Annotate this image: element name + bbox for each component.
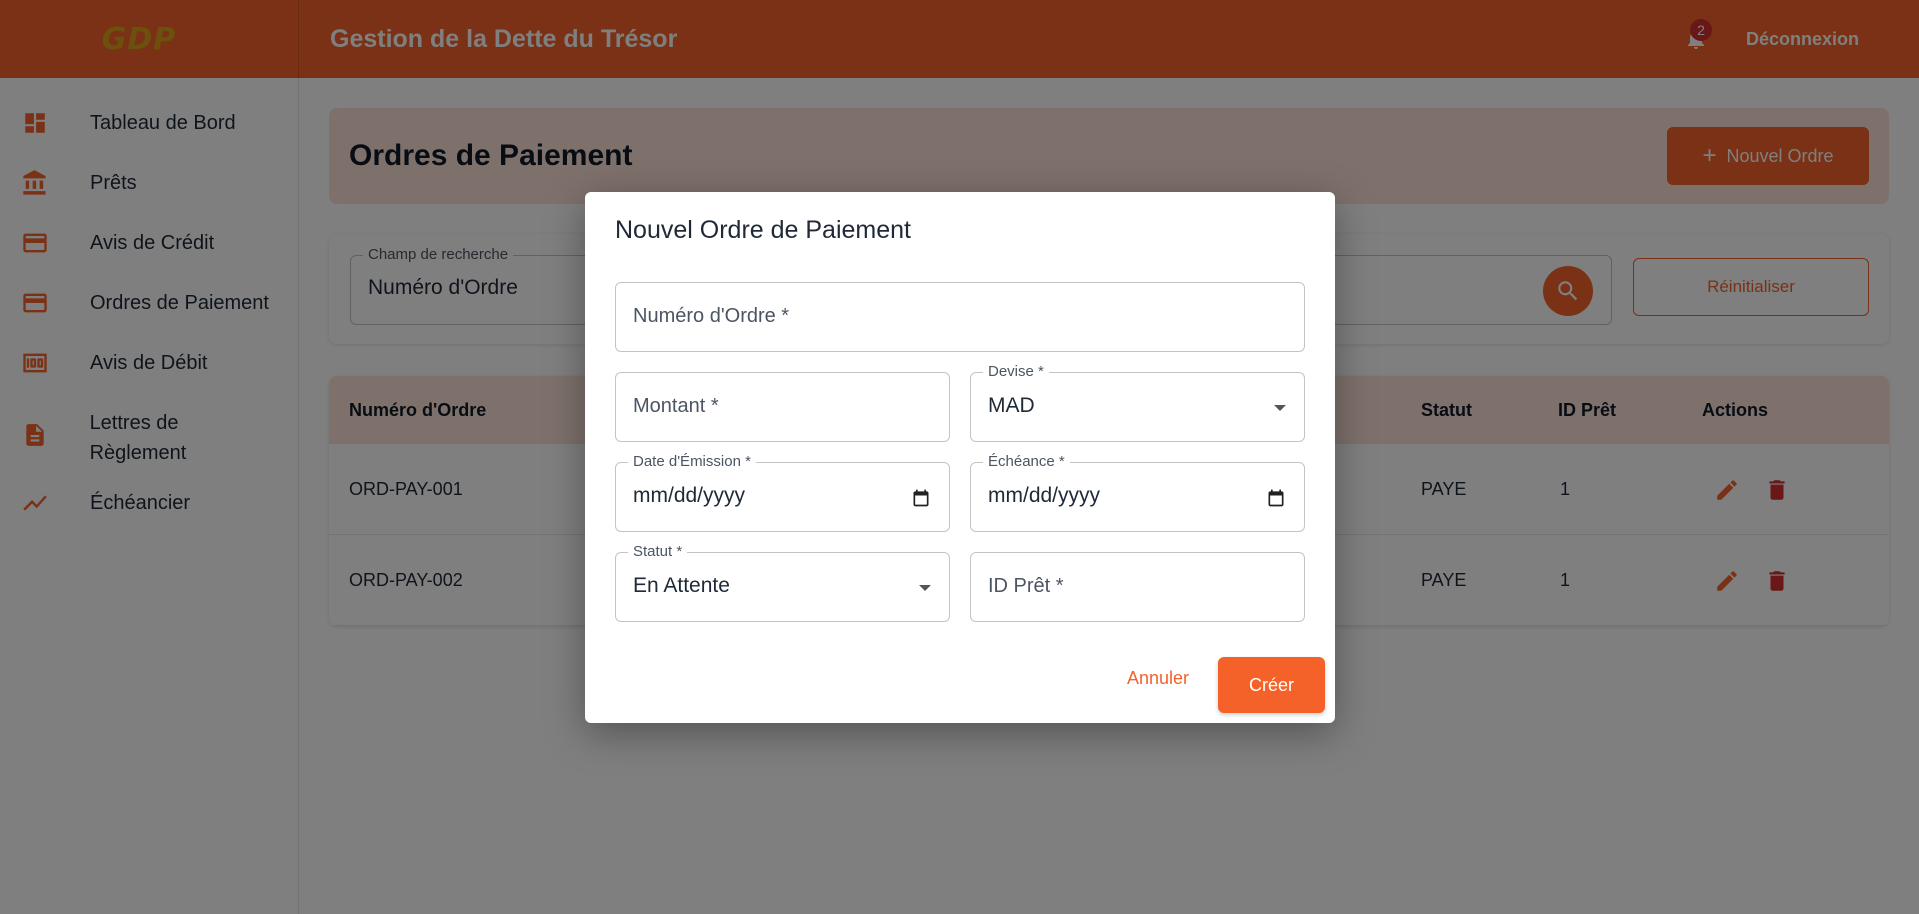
calendar-icon[interactable] bbox=[911, 488, 931, 508]
echeance-label: Échéance * bbox=[983, 453, 1070, 470]
montant-field[interactable]: Montant * bbox=[615, 372, 950, 442]
echeance-field[interactable]: Échéance * mm/dd/yyyy bbox=[970, 453, 1305, 532]
statut-label: Statut * bbox=[628, 543, 688, 560]
date-emission-label: Date d'Émission * bbox=[628, 453, 756, 470]
dialog-title: Nouvel Ordre de Paiement bbox=[615, 216, 911, 244]
id-pret-field[interactable]: ID Prêt * bbox=[970, 552, 1305, 622]
numero-ordre-label: Numéro d'Ordre * bbox=[633, 305, 790, 327]
chevron-down-icon bbox=[919, 585, 931, 591]
calendar-icon[interactable] bbox=[1266, 488, 1286, 508]
echeance-value: mm/dd/yyyy bbox=[988, 484, 1101, 507]
chevron-down-icon bbox=[1274, 405, 1286, 411]
devise-select[interactable]: Devise * MAD bbox=[970, 363, 1305, 442]
montant-label: Montant * bbox=[633, 395, 719, 417]
numero-ordre-field[interactable]: Numéro d'Ordre * bbox=[615, 282, 1305, 352]
statut-value: En Attente bbox=[633, 574, 730, 597]
statut-select[interactable]: Statut * En Attente bbox=[615, 543, 950, 622]
id-pret-label: ID Prêt * bbox=[988, 575, 1064, 597]
devise-label: Devise * bbox=[983, 363, 1049, 380]
date-emission-value: mm/dd/yyyy bbox=[633, 484, 746, 507]
date-emission-field[interactable]: Date d'Émission * mm/dd/yyyy bbox=[615, 453, 950, 532]
new-payment-order-dialog: Nouvel Ordre de Paiement Numéro d'Ordre … bbox=[585, 192, 1335, 723]
create-button[interactable]: Créer bbox=[1218, 657, 1325, 713]
cancel-button[interactable]: Annuler bbox=[1103, 658, 1213, 698]
devise-value: MAD bbox=[988, 394, 1035, 417]
